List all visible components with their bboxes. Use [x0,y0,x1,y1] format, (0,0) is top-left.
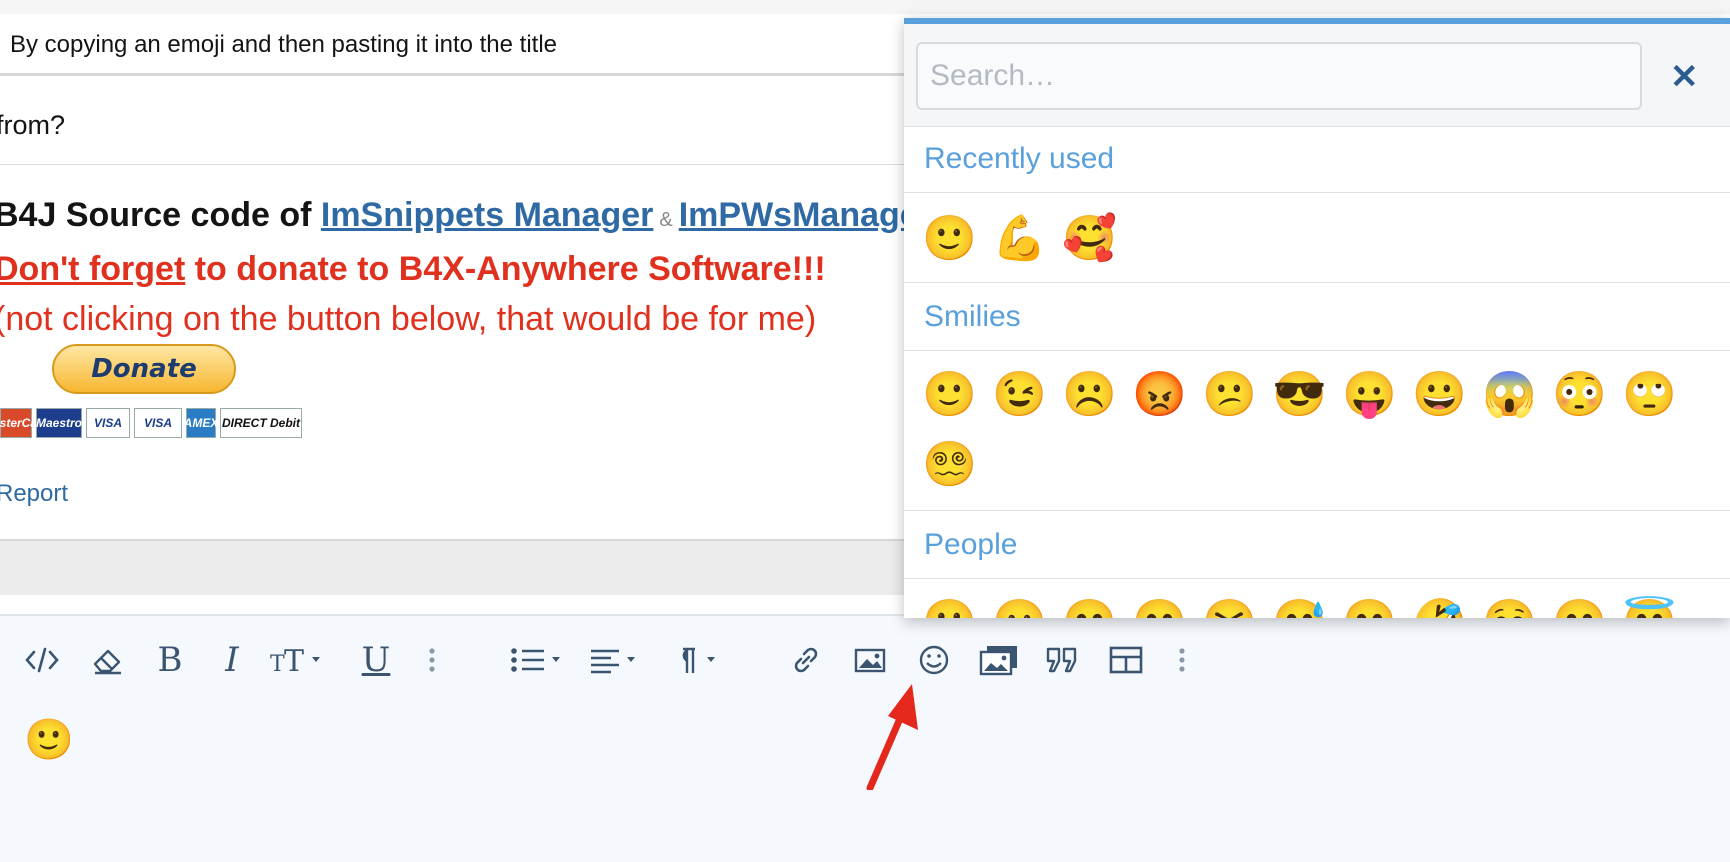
quote-icon[interactable] [1040,640,1084,680]
underline-icon[interactable]: U [356,640,396,680]
emoji-item[interactable]: 😄 [1132,588,1202,618]
smilies-emoji-row-1: 🙂 😉 ☹️ 😡 😕 😎 😛 😀 😱 😳 🙄 [922,360,1692,430]
close-icon[interactable]: ✕ [1670,60,1699,94]
emoji-item[interactable]: 🙂 [922,360,992,430]
bold-icon[interactable]: B [150,640,190,680]
emoji-item[interactable]: 😳 [1552,360,1622,430]
table-icon[interactable] [1104,640,1148,680]
emoji-item[interactable]: 😎 [1272,360,1342,430]
section-divider [904,192,1730,193]
emoji-item[interactable]: 😆 [1202,588,1272,618]
media-icon[interactable] [976,640,1022,680]
emoji-item[interactable]: 🙄 [1622,360,1692,430]
smilies-emoji-row-2: 😵‍💫 [922,430,992,500]
emoji-item[interactable]: 😊 [1552,588,1622,618]
text-size-icon[interactable]: TT [266,640,330,680]
recent-emoji-row: 🙂 💪 🥰 [922,204,1132,274]
italic-icon[interactable]: I [212,640,252,680]
svg-text:T: T [270,652,285,675]
svg-text:T: T [284,645,304,675]
emoji-item[interactable]: 😀 [1412,360,1482,430]
top-strip [0,0,1730,14]
section-divider [904,510,1730,511]
emoji-item[interactable]: 🙂 [922,588,992,618]
emoji-picker-popup: ✕ Recently used 🙂 💪 🥰 Smilies 🙂 😉 ☹️ 😡 😕… [904,18,1730,618]
signature-prefix: B4J Source code of [0,196,312,234]
paragraph-icon[interactable] [668,640,728,680]
emoji-item[interactable]: 😱 [1482,360,1552,430]
emoji-item[interactable]: 😅 [1272,588,1342,618]
emoji-item[interactable]: 💪 [992,204,1062,274]
emoji-item[interactable]: 😉 [992,360,1062,430]
signature-line-3: (not clicking on the button below, that … [0,300,817,338]
align-icon[interactable] [588,640,648,680]
emoji-search-input[interactable] [916,42,1642,110]
payment-cards: MasterCard Maestro VISA VISA AMEX DIRECT… [0,408,302,438]
emoji-item[interactable]: 🙂 [922,204,992,274]
ampersand: & [659,209,673,231]
list-icon[interactable] [508,640,572,680]
emoji-item[interactable]: 😡 [1132,360,1202,430]
card-mastercard: MasterCard [0,408,49,438]
smiley-icon[interactable] [912,640,956,680]
card-amex: AMEX [184,408,218,438]
emoji-item[interactable]: ☺️ [1482,588,1552,618]
section-divider [904,350,1730,351]
emoji-item[interactable]: 😛 [1342,360,1412,430]
emoji-item[interactable]: 😇 [1622,588,1692,618]
annotation-arrow-icon [866,684,918,790]
card-visa: VISA [86,408,130,438]
dont-forget-text: Don't forget [0,250,186,288]
emoji-item[interactable]: 😵‍💫 [922,430,992,500]
signature-line-1: B4J Source code of ImSnippets Manager & Im… [0,196,932,235]
card-visa-electron: VISA [134,408,182,438]
eraser-icon[interactable] [86,640,130,680]
code-icon[interactable] [20,640,64,680]
donate-button[interactable]: Donate [52,344,236,394]
report-link[interactable]: Report [0,480,68,508]
emoji-item[interactable]: 🥰 [1062,204,1132,274]
section-title-recent: Recently used [924,142,1115,175]
link-icon[interactable] [784,640,828,680]
emoji-item[interactable]: 😐 [992,588,1062,618]
donate-text: to donate to B4X-Anywhere Software!!! [185,250,826,288]
emoji-item[interactable]: ☹️ [1062,360,1132,430]
question-text: from? [0,110,66,140]
people-emoji-row: 🙂 😐 😊 😄 😆 😅 😁 🤣 ☺️ 😊 😇 [922,588,1692,618]
card-maestro: Maestro [36,408,82,438]
picker-search-bar: ✕ [904,24,1730,127]
section-divider [904,282,1730,283]
image-icon[interactable] [848,640,892,680]
more-icon[interactable] [1170,640,1194,680]
card-direct-debit: DIRECT Debit [220,408,302,438]
imsnippets-link[interactable]: ImSnippets Manager [321,196,654,234]
signature-line-2: Don't forget to donate to B4X-Anywhere S… [0,250,826,289]
section-title-smilies: Smilies [924,300,1021,333]
more-icon[interactable] [420,640,444,680]
section-title-people: People [924,528,1018,561]
emoji-item[interactable]: 😕 [1202,360,1272,430]
emoji-item[interactable]: 🤣 [1412,588,1482,618]
editor-content-emoji: 🙂 [24,718,74,762]
emoji-item[interactable]: 😁 [1342,588,1412,618]
emoji-item[interactable]: 😊 [1062,588,1132,618]
section-divider [904,578,1730,579]
title-hint-text: By copying an emoji and then pasting it … [10,31,558,58]
impwsmanager-link[interactable]: ImPWsManager [679,196,932,234]
